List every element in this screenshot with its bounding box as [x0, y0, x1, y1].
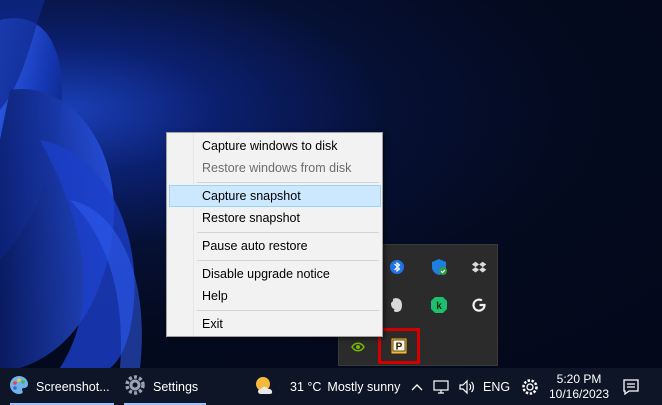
logitech-g-icon[interactable] [465, 291, 493, 319]
menu-separator [197, 260, 379, 261]
clock[interactable]: 5:20 PM 10/16/2023 [546, 368, 612, 405]
taskbar-app-screenshot[interactable]: Screenshot... [8, 368, 116, 405]
language-label: ENG [483, 379, 511, 394]
menu-separator [197, 232, 379, 233]
taskbar: Screenshot... Settings 31 °C Mostly sunn… [0, 368, 662, 405]
menu-item-capture-windows-to-disk[interactable]: Capture windows to disk [169, 135, 381, 157]
evernote-icon[interactable] [383, 291, 411, 319]
clock-time: 5:20 PM [556, 371, 602, 386]
chevron-up-icon [411, 380, 423, 394]
input-language-indicator[interactable]: ENG [483, 368, 511, 405]
gear-icon[interactable] [519, 368, 541, 405]
menu-separator [197, 310, 379, 311]
bluetooth-icon[interactable] [383, 253, 411, 281]
menu-item-help[interactable]: Help [169, 285, 381, 307]
volume-icon[interactable] [456, 368, 478, 405]
windows-security-icon[interactable] [425, 253, 453, 281]
svg-text:k: k [436, 301, 442, 312]
menu-item-pause-auto-restore[interactable]: Pause auto restore [169, 235, 381, 257]
menu-item-disable-upgrade-notice[interactable]: Disable upgrade notice [169, 263, 381, 285]
menu-item-exit[interactable]: Exit [169, 313, 381, 335]
notification-center-icon[interactable] [620, 368, 642, 405]
taskbar-app-settings[interactable]: Settings [124, 368, 206, 405]
dropbox-icon[interactable] [465, 253, 493, 281]
network-icon[interactable] [431, 368, 453, 405]
highlight-box [378, 328, 420, 364]
clock-date: 10/16/2023 [548, 386, 610, 401]
weather-widget[interactable]: 31 °C Mostly sunny [252, 368, 412, 405]
tray-context-menu: Capture windows to disk Restore windows … [166, 132, 383, 337]
paint-palette-icon [8, 374, 30, 399]
menu-item-restore-windows-from-disk[interactable]: Restore windows from disk [169, 157, 381, 179]
taskbar-app-label: Screenshot... [36, 379, 110, 394]
nvidia-icon[interactable] [344, 333, 372, 361]
weather-description: Mostly sunny [327, 379, 401, 394]
kaspersky-icon[interactable]: k [425, 291, 453, 319]
partly-sunny-icon [252, 374, 280, 399]
menu-separator [197, 182, 379, 183]
show-hidden-icons-button[interactable] [408, 368, 426, 405]
menu-item-restore-snapshot[interactable]: Restore snapshot [169, 207, 381, 229]
weather-temperature: 31 °C [290, 379, 322, 394]
gear-icon [124, 374, 146, 399]
taskbar-app-label: Settings [153, 379, 199, 394]
menu-item-capture-snapshot[interactable]: Capture snapshot [169, 185, 381, 207]
